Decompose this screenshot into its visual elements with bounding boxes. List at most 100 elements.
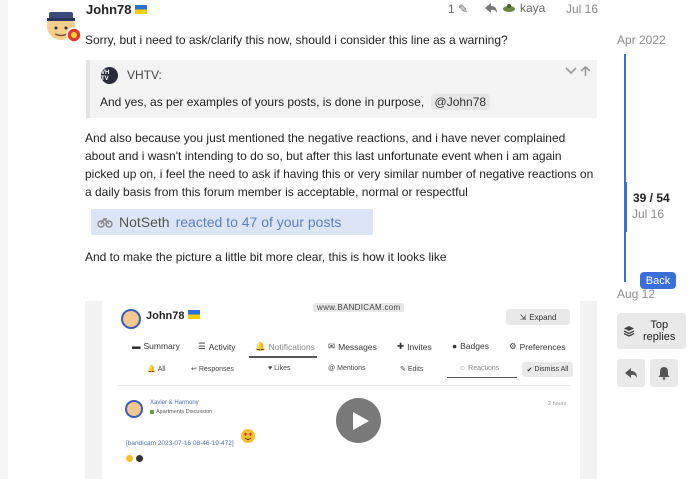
- badge-icon: ●: [452, 341, 458, 351]
- expand-button: ⇲ Expand: [506, 309, 570, 325]
- nav-activity: ☰ Activity: [198, 341, 236, 352]
- nav-badges: ● Badges: [452, 341, 489, 351]
- timeline-rail[interactable]: [624, 54, 626, 282]
- post-paragraph-1: Sorry, but i need to ask/clarify this no…: [85, 33, 508, 47]
- nav-active-underline: [249, 356, 317, 358]
- pencil-icon: ✎: [458, 2, 469, 16]
- reply-button[interactable]: [617, 359, 645, 387]
- subnav-reactions: ☺ Reactions: [459, 365, 499, 372]
- top-replies-button[interactable]: Top replies: [617, 313, 686, 349]
- mention-link[interactable]: @John78: [430, 94, 491, 110]
- arrow-up-icon[interactable]: [580, 65, 591, 80]
- timeline-start-date[interactable]: Apr 2022: [617, 33, 666, 47]
- at-icon: @: [328, 365, 336, 372]
- screenshot-avatar: [121, 309, 141, 329]
- subnav-likes-label: Likes: [274, 365, 291, 372]
- bicycle-icon: [97, 217, 113, 228]
- nav-invites-label: Invites: [407, 341, 432, 352]
- chevron-down-icon[interactable]: [565, 66, 577, 78]
- subnav-mentions: @ Mentions: [328, 365, 366, 372]
- timeline-position-date: Jul 16: [632, 207, 665, 221]
- reaction-text: reacted to 47 of your posts: [175, 214, 342, 230]
- layers-icon: [623, 326, 635, 337]
- nav-notifications: 🔔 Notifications: [255, 341, 315, 352]
- divider: [118, 385, 570, 386]
- edit-count: 1: [448, 2, 455, 16]
- edit-history-button[interactable]: 1 ✎: [448, 2, 468, 16]
- ukraine-flag-icon: [134, 5, 147, 14]
- subnav-likes: ♥ Likes: [268, 365, 291, 372]
- envelope-icon: ✉: [328, 341, 336, 351]
- timeline-end-date[interactable]: Aug 12: [617, 287, 655, 301]
- notification-category: Apartments Discussion: [150, 409, 212, 415]
- dismiss-all-label: Dismiss All: [534, 366, 569, 373]
- subnav-responses: ↩ Responses: [191, 365, 234, 374]
- watermark: www.BANDICAM.com: [313, 303, 405, 312]
- mini-emoji-icon: [126, 455, 133, 462]
- expand-icon: ⇲: [519, 312, 527, 322]
- expand-label: Expand: [529, 312, 557, 322]
- quote-text: And yes, as per examples of yours posts,…: [100, 94, 491, 110]
- invite-icon: ✚: [397, 341, 405, 351]
- quote-block: VH TV VHTV: And yes, as per examples of …: [86, 60, 597, 118]
- nav-messages-label: Messages: [338, 341, 377, 352]
- nav-summary: ▬ Summary: [132, 341, 180, 351]
- screenshot-username: John78: [146, 310, 200, 322]
- reply-to-username: kaya: [520, 1, 546, 15]
- quote-avatar: VH TV: [101, 67, 118, 84]
- notification-user: Xavier & Harmony: [150, 400, 199, 406]
- gear-icon: ⚙: [509, 341, 517, 351]
- mini-avatar-icon: [136, 455, 143, 462]
- timeline-position: 39 / 54: [633, 191, 670, 205]
- timeline-handle[interactable]: [624, 182, 627, 232]
- summary-icon: ▬: [132, 341, 141, 351]
- subnav-all: 🔔 All: [147, 365, 166, 374]
- subnav-mentions-label: Mentions: [337, 365, 366, 372]
- reply-to-link[interactable]: kaya: [484, 1, 545, 15]
- avatar[interactable]: [44, 6, 82, 44]
- top-replies-line1: Top: [650, 319, 669, 331]
- quote-author: VHTV:: [127, 68, 162, 82]
- notifications-button[interactable]: [650, 359, 678, 387]
- nav-activity-label: Activity: [208, 341, 236, 352]
- notification-link: [bandicam 2023-07-16 08-46-19-472]: [126, 440, 234, 447]
- post-paragraph-2: And also because you just mentioned the …: [85, 131, 594, 199]
- category-badge-icon: [150, 410, 154, 414]
- post-username[interactable]: John78: [86, 2, 147, 17]
- top-replies-label: Top replies: [643, 319, 675, 343]
- heart-icon: ♥: [268, 365, 273, 372]
- bell-icon: [658, 367, 670, 380]
- username-link[interactable]: John78: [86, 2, 132, 17]
- quote-body: And yes, as per examples of yours posts,…: [100, 95, 425, 109]
- bell-icon: 🔔: [147, 366, 156, 373]
- dismiss-all-button: ✔ Dismiss All: [522, 362, 573, 377]
- nav-invites: ✚ Invites: [397, 341, 432, 352]
- check-icon: ✔: [526, 366, 533, 374]
- subnav-reactions-label: Reactions: [468, 365, 500, 372]
- heart-eyes-emoji-icon: [241, 429, 255, 443]
- reply-icon: ↩: [191, 366, 197, 373]
- subnav-all-label: All: [157, 365, 166, 373]
- reply-arrow-icon: [485, 3, 497, 13]
- reply-avatar-icon: [503, 4, 515, 12]
- nav-summary-label: Summary: [143, 341, 180, 351]
- nav-preferences-label: Preferences: [519, 341, 566, 352]
- nav-badges-label: Badges: [460, 341, 489, 351]
- subnav-responses-label: Responses: [198, 365, 234, 373]
- pencil-icon: ✎: [400, 366, 406, 373]
- screenshot-username-text: John78: [146, 310, 185, 322]
- notification-avatar: [125, 400, 143, 418]
- post-paragraph-3: And to make the picture a little bit mor…: [85, 250, 447, 264]
- smile-icon: ☺: [459, 365, 467, 372]
- subnav-active-underline: [447, 377, 517, 378]
- screenshot-content: www.BANDICAM.com John78 ⇲ Expand ▬ Summar…: [102, 301, 580, 479]
- subnav-edits: ✎ Edits: [400, 365, 423, 374]
- play-icon[interactable]: [336, 398, 381, 443]
- notification-category-label: Apartments Discussion: [156, 409, 213, 415]
- notification-time: 2 hours: [548, 401, 567, 407]
- left-edge: [0, 0, 8, 479]
- reply-icon: [625, 368, 637, 378]
- embedded-screenshot[interactable]: www.BANDICAM.com John78 ⇲ Expand ▬ Summar…: [85, 301, 597, 479]
- post-date[interactable]: Jul 16: [566, 2, 598, 16]
- ukraine-flag-icon: [187, 310, 200, 319]
